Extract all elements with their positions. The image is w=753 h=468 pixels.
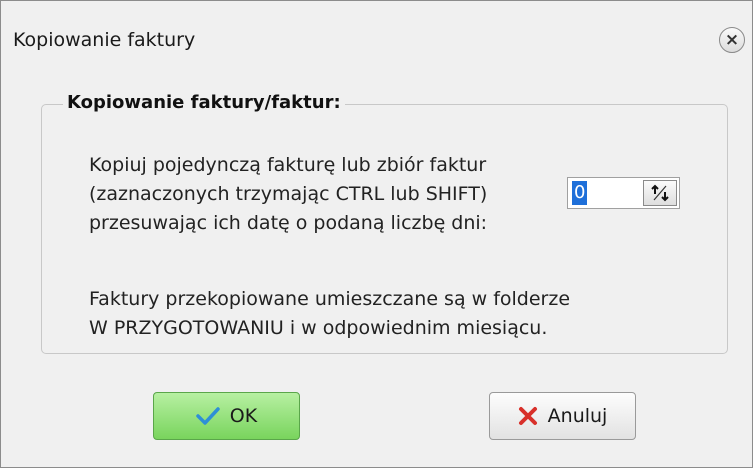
checkmark-icon [196, 406, 220, 426]
description-line: Kopiuj pojedynczą fakturę lub zbiór fakt… [89, 154, 487, 176]
note-line: Faktury przekopiowane umieszczane są w f… [89, 288, 571, 310]
description-line: (zaznaczonych trzymając CTRL lub SHIFT) [89, 183, 488, 205]
ok-button[interactable]: OK [153, 392, 300, 440]
cancel-label: Anuluj [547, 405, 608, 427]
cancel-button[interactable]: Anuluj [489, 392, 636, 440]
window-title: Kopiowanie faktury [13, 29, 196, 51]
group-title: Kopiowanie faktury/faktur: [63, 92, 345, 113]
copy-description: Kopiuj pojedynczą fakturę lub zbiór fakt… [89, 151, 487, 238]
days-offset-spinbox[interactable]: 0 [567, 177, 680, 209]
up-down-arrows-icon [651, 184, 669, 202]
ok-label: OK [229, 405, 258, 427]
description-line: przesuwając ich datę o podaną liczbę dni… [89, 212, 488, 234]
close-button[interactable]: × [719, 27, 745, 53]
dialog-window: Kopiowanie faktury × Kopiowanie faktury/… [0, 0, 753, 468]
close-icon: × [724, 29, 740, 50]
days-offset-value[interactable]: 0 [572, 181, 588, 205]
x-icon [518, 406, 538, 426]
spin-button[interactable] [643, 180, 677, 206]
folder-note: Faktury przekopiowane umieszczane są w f… [89, 285, 570, 343]
note-line: W PRZYGOTOWANIU i w odpowiednim miesiącu… [89, 317, 548, 339]
title-bar[interactable]: Kopiowanie faktury × [1, 1, 752, 63]
